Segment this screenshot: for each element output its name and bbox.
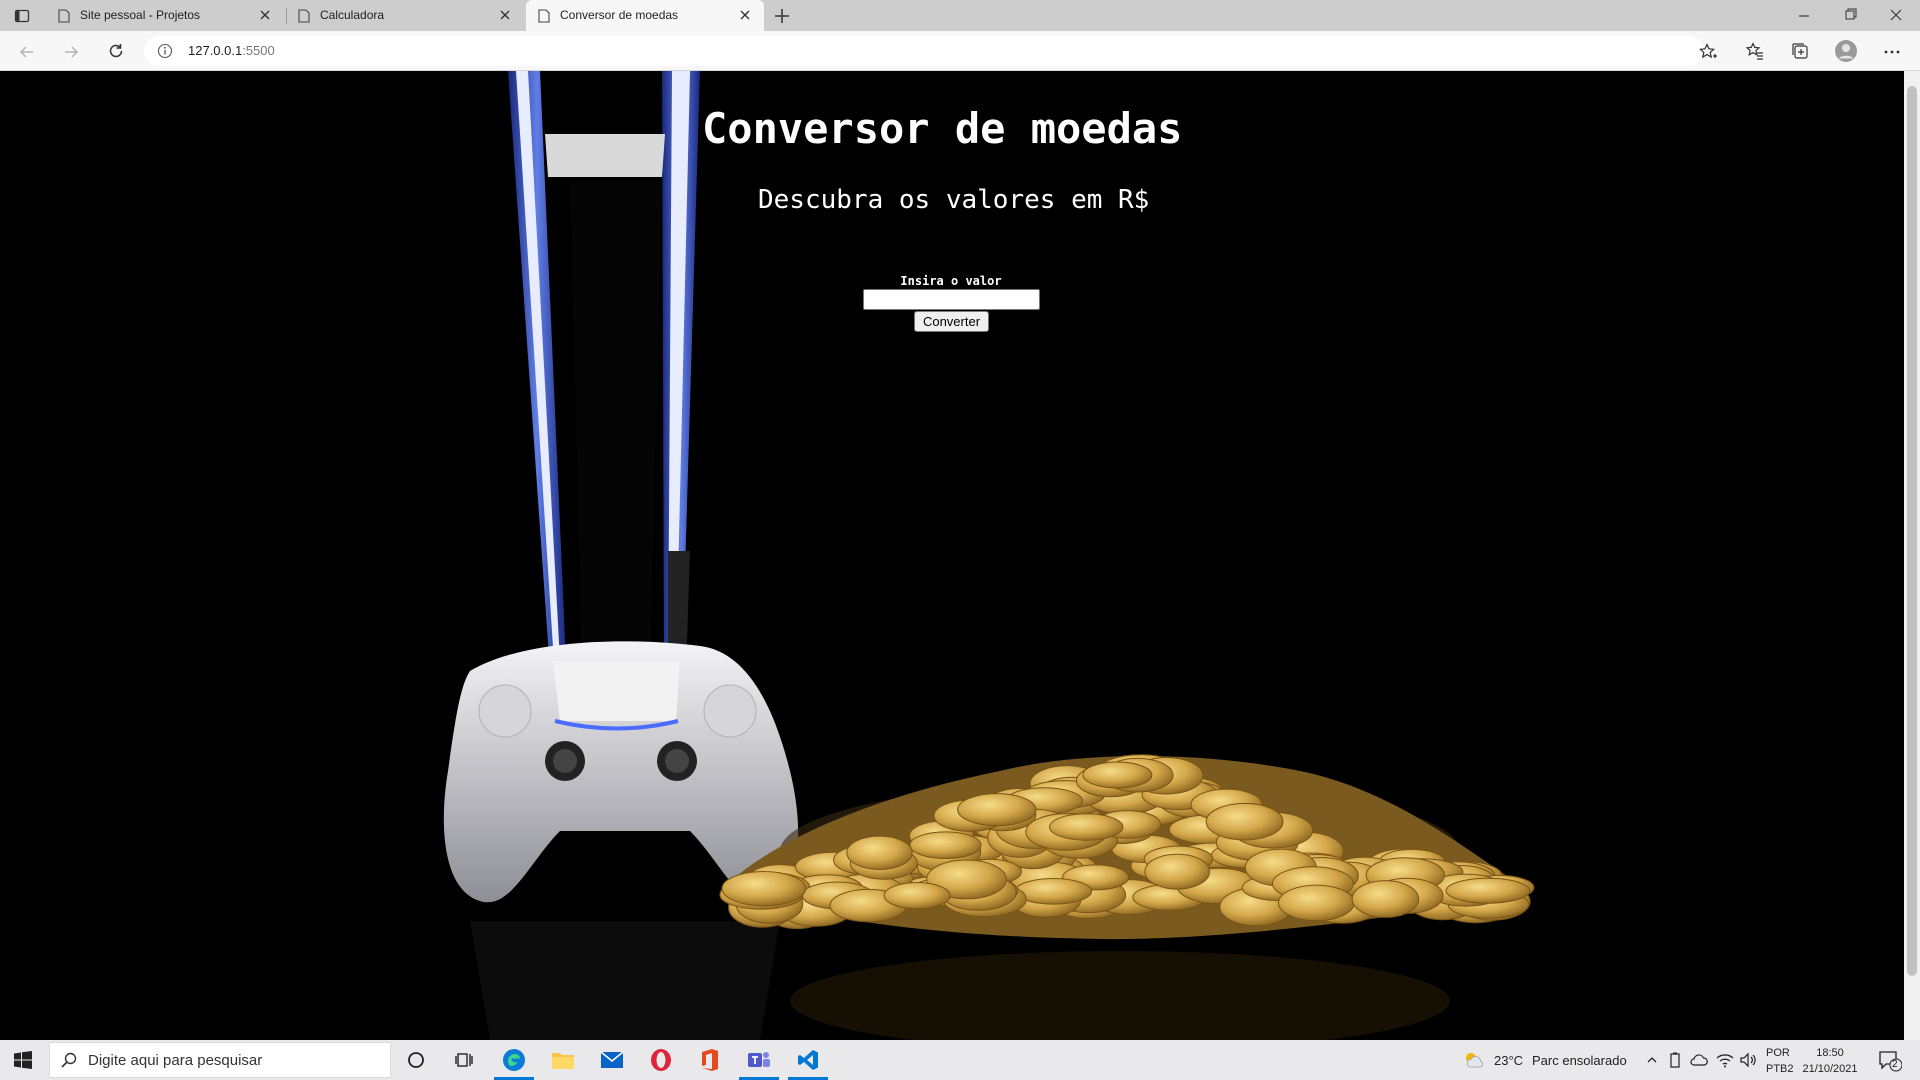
more-options-icon[interactable] <box>1882 42 1902 62</box>
url-host: 127.0.0.1 <box>188 43 243 58</box>
collections-icon[interactable] <box>1790 41 1810 61</box>
teams-icon[interactable] <box>735 1040 783 1080</box>
page-icon <box>538 9 550 23</box>
coin <box>1445 877 1531 904</box>
tab-strip: Site pessoal - Projetos Calculadora Conv… <box>0 0 1920 31</box>
convert-button[interactable]: Converter <box>914 311 989 332</box>
back-arrow-icon[interactable] <box>17 42 37 62</box>
keyboard-layout: PTB2 <box>1766 1063 1794 1075</box>
close-icon[interactable] <box>498 8 512 22</box>
onedrive-icon[interactable] <box>1690 1053 1708 1067</box>
clock-time: 18:50 <box>1816 1047 1844 1059</box>
clock-date: 21/10/2021 <box>1802 1063 1858 1075</box>
coin <box>909 831 982 860</box>
coin <box>1144 853 1210 890</box>
scrollbar-thumb[interactable] <box>1907 86 1917 976</box>
mail-icon[interactable] <box>588 1040 636 1080</box>
background-image <box>443 71 1535 1040</box>
windows-start-icon[interactable] <box>14 1051 32 1069</box>
favorites-icon[interactable] <box>1745 41 1765 61</box>
info-icon[interactable] <box>157 43 173 59</box>
wifi-icon[interactable] <box>1716 1052 1734 1068</box>
tab-label: Site pessoal - Projetos <box>80 8 201 22</box>
refresh-icon[interactable] <box>106 41 126 61</box>
address-bar[interactable] <box>144 36 1704 66</box>
close-icon[interactable] <box>738 8 752 22</box>
close-window-button[interactable] <box>1884 6 1908 24</box>
chevron-up-icon[interactable] <box>1646 1054 1658 1066</box>
favorite-star-icon[interactable] <box>1698 42 1718 62</box>
task-view-icon[interactable] <box>440 1040 488 1080</box>
language-indicator[interactable]: POR PTB2 <box>1766 1045 1794 1077</box>
clock[interactable]: 18:50 21/10/2021 <box>1800 1045 1860 1077</box>
new-tab-button[interactable] <box>772 6 792 26</box>
coin <box>1351 880 1420 918</box>
weather-temperature[interactable]: 23°C <box>1494 1053 1523 1068</box>
volume-icon[interactable] <box>1739 1052 1757 1068</box>
cortana-icon[interactable] <box>392 1040 440 1080</box>
minimize-button[interactable] <box>1792 8 1816 24</box>
close-icon[interactable] <box>258 8 272 22</box>
edge-browser-icon[interactable] <box>490 1040 538 1080</box>
search-icon <box>61 1052 77 1068</box>
vscode-icon[interactable] <box>784 1040 832 1080</box>
opera-icon[interactable] <box>637 1040 685 1080</box>
url-text[interactable]: 127.0.0.1:5500 <box>188 43 275 58</box>
tab-label: Conversor de moedas <box>560 8 679 22</box>
tab-conversor-de-moedas[interactable]: Conversor de moedas <box>526 0 764 31</box>
page-subtitle: Descubra os valores em R$ <box>758 185 1150 215</box>
restore-button[interactable] <box>1838 6 1862 24</box>
file-explorer-icon[interactable] <box>539 1040 587 1080</box>
tab-site-pessoal[interactable]: Site pessoal - Projetos <box>46 0 284 31</box>
value-input[interactable] <box>863 289 1040 310</box>
url-port: :5500 <box>242 43 275 58</box>
page-icon <box>298 9 310 23</box>
office-icon[interactable] <box>686 1040 734 1080</box>
forward-arrow-icon[interactable] <box>61 42 81 62</box>
coin <box>721 871 807 907</box>
value-label: Insira o valor <box>900 274 1002 288</box>
coin <box>1278 884 1355 922</box>
search-placeholder: Digite aqui para pesquisar <box>88 1052 263 1069</box>
coin <box>1082 761 1153 789</box>
language-code: POR <box>1766 1047 1790 1059</box>
coin <box>957 793 1037 827</box>
coin <box>1049 813 1124 841</box>
weather-icon[interactable] <box>1462 1049 1484 1071</box>
coin <box>846 835 913 870</box>
coin <box>1205 802 1284 841</box>
tab-label: Calculadora <box>320 8 385 22</box>
page-title: Conversor de moedas <box>702 104 1183 153</box>
profile-avatar[interactable] <box>1834 39 1858 63</box>
coin <box>883 882 951 910</box>
page-viewport: Conversor de moedas Descubra os valores … <box>0 71 1904 1040</box>
tab-actions-icon[interactable] <box>14 8 30 24</box>
tab-calculadora[interactable]: Calculadora <box>286 0 524 31</box>
notification-icon[interactable] <box>1878 1050 1902 1072</box>
weather-description[interactable]: Parc ensolarado <box>1532 1053 1627 1068</box>
page-icon <box>58 9 70 23</box>
battery-icon[interactable] <box>1669 1052 1681 1068</box>
notification-count: 2 <box>1892 1059 1898 1070</box>
